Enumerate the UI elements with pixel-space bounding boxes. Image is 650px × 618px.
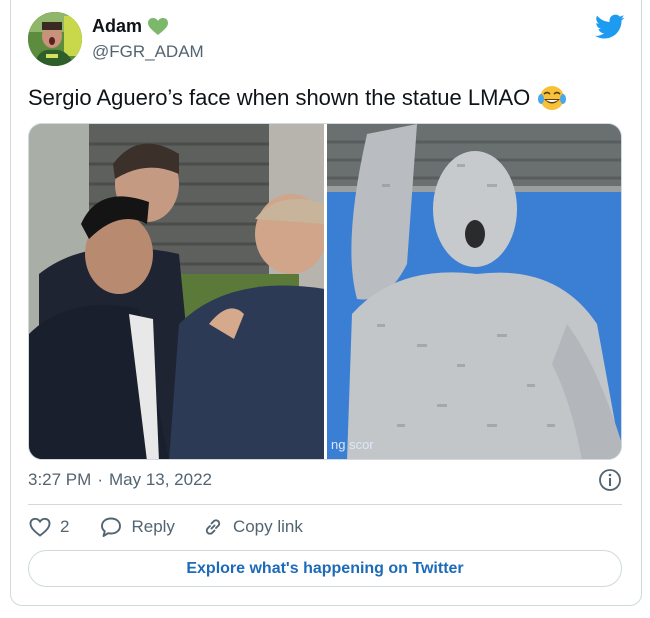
green-heart-icon (148, 17, 169, 35)
tears-of-joy-emoji (538, 86, 567, 110)
like-button[interactable]: 2 (28, 515, 69, 539)
reply-bubble-icon (101, 517, 122, 537)
explore-twitter-button[interactable]: Explore what's happening on Twitter (28, 550, 622, 587)
author-handle[interactable]: @FGR_ADAM (92, 42, 204, 62)
explore-label: Explore what's happening on Twitter (186, 559, 464, 577)
photo-statue: ng scor (327, 124, 621, 459)
avatar-image (28, 12, 82, 66)
media-photo-statue[interactable]: ng scor (327, 124, 621, 459)
link-icon (205, 519, 221, 535)
heart-icon (29, 517, 51, 537)
timestamp-separator: · (97, 470, 103, 489)
tweet-text: Sergio Aguero’s face when shown the stat… (28, 85, 531, 110)
tweet-timestamp[interactable]: 3:27 PM · May 13, 2022 (28, 470, 212, 490)
photo-people (29, 124, 324, 459)
twitter-bird-icon[interactable] (595, 14, 625, 40)
reply-button[interactable]: Reply (99, 515, 175, 539)
tweet-time[interactable]: 3:27 PM (28, 470, 91, 490)
tweet-date[interactable]: May 13, 2022 (109, 470, 212, 490)
media-photo-people[interactable] (29, 124, 324, 459)
copy-link-button[interactable]: Copy link (201, 515, 303, 539)
reply-label: Reply (131, 517, 175, 536)
copy-link-label: Copy link (232, 517, 303, 536)
like-count: 2 (60, 517, 70, 536)
info-icon[interactable] (598, 468, 622, 492)
statue-caption-fragment: ng scor (331, 437, 374, 452)
action-bar: 2 Reply Copy link (28, 515, 303, 539)
divider (28, 504, 622, 505)
tweet-media[interactable]: ng scor (28, 123, 622, 460)
author-display-name[interactable]: Adam (92, 16, 142, 37)
avatar[interactable] (28, 12, 82, 66)
